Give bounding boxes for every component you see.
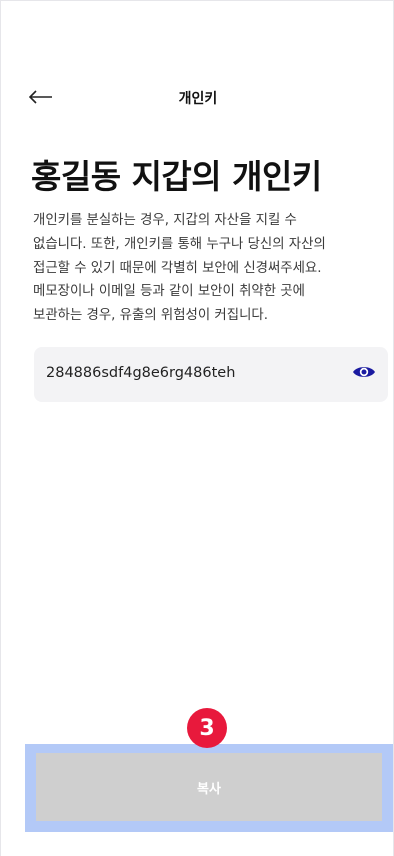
description-line: 보관하는 경우, 유출의 위험성이 커집니다.: [33, 308, 268, 324]
step-badge: 3: [187, 708, 227, 748]
page-title: 홍길동 지갑의 개인키: [31, 157, 322, 196]
private-key-value: 284886sdf4g8e6rg486teh: [46, 365, 236, 381]
description-line: 메모장이나 이메일 등과 같이 보안이 취약한 곳에: [33, 284, 305, 300]
eye-icon: [352, 364, 376, 384]
top-divider: [1, 0, 393, 1]
description-line: 접근할 수 있기 때문에 각별히 보안에 신경써주세요.: [33, 260, 322, 276]
private-key-field: 284886sdf4g8e6rg486teh: [34, 347, 388, 402]
description-text: 개인키를 분실하는 경우, 지갑의 자산을 지킬 수 없습니다. 또한, 개인키…: [33, 209, 373, 328]
toggle-visibility-button[interactable]: [350, 361, 378, 387]
description-line: 없습니다. 또한, 개인키를 통해 누구나 당신의 자산의: [33, 236, 326, 252]
header-title: 개인키: [178, 91, 218, 107]
copy-button[interactable]: 복사: [36, 753, 382, 821]
description-line: 개인키를 분실하는 경우, 지갑의 자산을 지킬 수: [33, 213, 297, 228]
app-screen: 개인키 홍길동 지갑의 개인키 개인키를 분실하는 경우, 지갑의 자산을 지킬…: [0, 0, 394, 856]
header-bar: 개인키: [1, 80, 393, 116]
